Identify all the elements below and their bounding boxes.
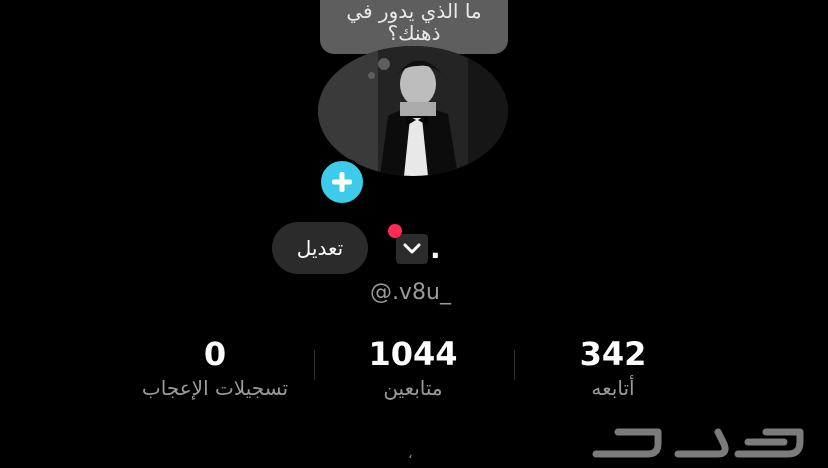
followers-label: متابعين — [383, 376, 443, 400]
bubble-line-2: ذهنك؟ — [387, 21, 441, 45]
following-label: أتابعه — [591, 376, 635, 400]
stat-following[interactable]: 342 أتابعه — [560, 336, 666, 400]
haraj-logo — [592, 428, 804, 458]
likes-label: تسجيلات الإعجاب — [141, 376, 289, 400]
following-count: 342 — [579, 335, 647, 373]
stat-divider — [514, 350, 515, 380]
notification-dot — [388, 224, 402, 238]
chevron-down-icon — [403, 243, 421, 254]
bubble-tail-dot — [378, 58, 390, 70]
bio-mark: ، — [408, 446, 413, 462]
stat-followers[interactable]: 1044 متابعين — [350, 336, 476, 400]
avatar-photo — [318, 46, 508, 176]
likes-count: 0 — [203, 335, 227, 373]
account-switch-button[interactable] — [396, 234, 428, 264]
followers-count: 1044 — [368, 335, 458, 373]
bubble-line-1: ما الذي يدور في — [346, 0, 482, 23]
profile-name: . — [430, 232, 441, 265]
profile-handle: @.v8u_ — [370, 280, 451, 305]
stat-divider — [314, 350, 315, 380]
stat-likes[interactable]: 0 تسجيلات الإعجاب — [130, 336, 300, 400]
plus-icon — [332, 172, 352, 192]
add-story-button[interactable] — [318, 158, 366, 206]
avatar[interactable] — [318, 46, 508, 176]
edit-profile-button[interactable]: تعديل — [272, 222, 368, 274]
bubble-tail-dot-small — [368, 72, 375, 79]
